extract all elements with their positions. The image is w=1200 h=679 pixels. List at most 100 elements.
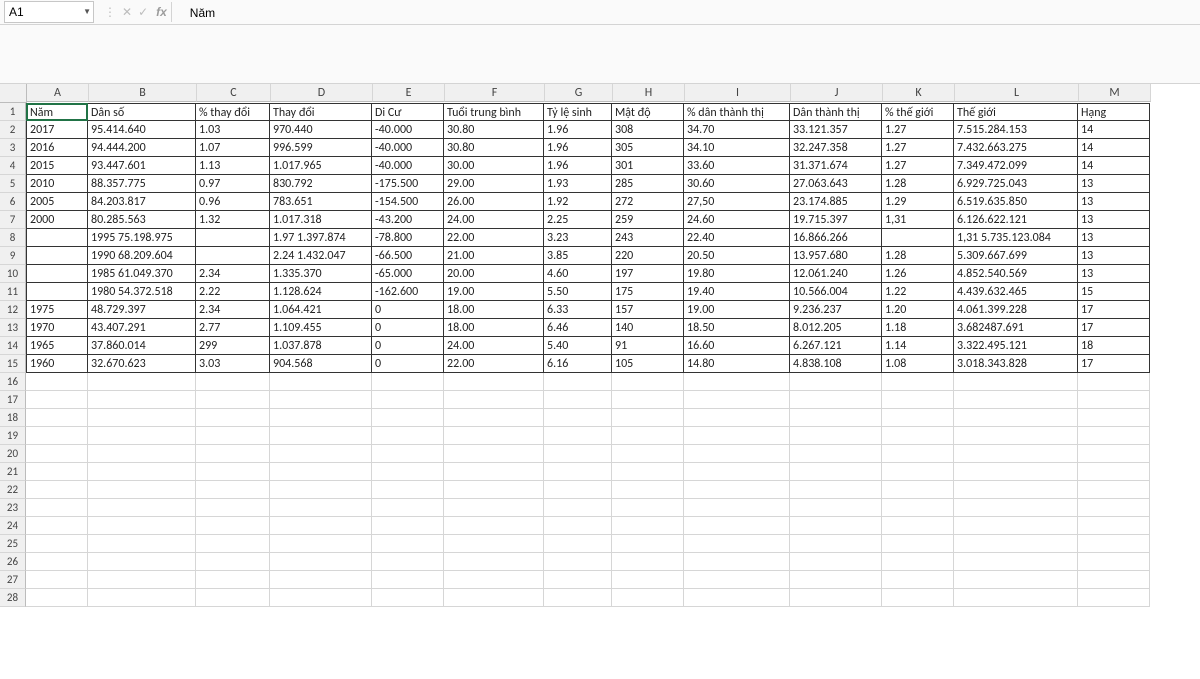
cell-H23[interactable] bbox=[612, 499, 684, 517]
cell-D28[interactable] bbox=[270, 589, 372, 607]
row-header-2[interactable]: 2 bbox=[0, 121, 26, 139]
cell-C21[interactable] bbox=[196, 463, 270, 481]
cell-M26[interactable] bbox=[1078, 553, 1150, 571]
cell-L12[interactable]: 4.061.399.228 bbox=[954, 301, 1078, 319]
cell-K17[interactable] bbox=[882, 391, 954, 409]
cell-L24[interactable] bbox=[954, 517, 1078, 535]
enter-icon[interactable]: ✓ bbox=[138, 5, 148, 19]
cell-M24[interactable] bbox=[1078, 517, 1150, 535]
cell-C8[interactable] bbox=[196, 229, 270, 247]
cell-A21[interactable] bbox=[26, 463, 88, 481]
cell-E13[interactable]: 0 bbox=[372, 319, 444, 337]
cell-C2[interactable]: 1.03 bbox=[196, 121, 270, 139]
cell-B9[interactable]: 1990 68.209.604 bbox=[88, 247, 196, 265]
cell-H25[interactable] bbox=[612, 535, 684, 553]
cell-E8[interactable]: -78.800 bbox=[372, 229, 444, 247]
row-header-27[interactable]: 27 bbox=[0, 571, 26, 589]
cell-C7[interactable]: 1.32 bbox=[196, 211, 270, 229]
cell-K13[interactable]: 1.18 bbox=[882, 319, 954, 337]
cell-J2[interactable]: 33.121.357 bbox=[790, 121, 882, 139]
cell-E15[interactable]: 0 bbox=[372, 355, 444, 373]
cell-F25[interactable] bbox=[444, 535, 544, 553]
cell-C20[interactable] bbox=[196, 445, 270, 463]
cell-L13[interactable]: 3.682487.691 bbox=[954, 319, 1078, 337]
cell-L25[interactable] bbox=[954, 535, 1078, 553]
cell-D16[interactable] bbox=[270, 373, 372, 391]
cell-J28[interactable] bbox=[790, 589, 882, 607]
cell-A15[interactable]: 1960 bbox=[26, 355, 88, 373]
row-header-14[interactable]: 14 bbox=[0, 337, 26, 355]
row-header-13[interactable]: 13 bbox=[0, 319, 26, 337]
cell-M27[interactable] bbox=[1078, 571, 1150, 589]
cell-F5[interactable]: 29.00 bbox=[444, 175, 544, 193]
row-header-7[interactable]: 7 bbox=[0, 211, 26, 229]
cell-A2[interactable]: 2017 bbox=[26, 121, 88, 139]
cell-J25[interactable] bbox=[790, 535, 882, 553]
cell-C22[interactable] bbox=[196, 481, 270, 499]
cell-J8[interactable]: 16.866.266 bbox=[790, 229, 882, 247]
row-header-15[interactable]: 15 bbox=[0, 355, 26, 373]
cell-D19[interactable] bbox=[270, 427, 372, 445]
cell-A23[interactable] bbox=[26, 499, 88, 517]
row-header-24[interactable]: 24 bbox=[0, 517, 26, 535]
cell-M16[interactable] bbox=[1078, 373, 1150, 391]
cell-H20[interactable] bbox=[612, 445, 684, 463]
cell-C26[interactable] bbox=[196, 553, 270, 571]
cell-H15[interactable]: 105 bbox=[612, 355, 684, 373]
cell-I9[interactable]: 20.50 bbox=[684, 247, 790, 265]
cell-G19[interactable] bbox=[544, 427, 612, 445]
cell-C4[interactable]: 1.13 bbox=[196, 157, 270, 175]
cell-C23[interactable] bbox=[196, 499, 270, 517]
cell-D22[interactable] bbox=[270, 481, 372, 499]
cell-F17[interactable] bbox=[444, 391, 544, 409]
cell-G12[interactable]: 6.33 bbox=[544, 301, 612, 319]
cell-K18[interactable] bbox=[882, 409, 954, 427]
row-header-19[interactable]: 19 bbox=[0, 427, 26, 445]
cell-D7[interactable]: 1.017.318 bbox=[270, 211, 372, 229]
cell-G27[interactable] bbox=[544, 571, 612, 589]
cell-I24[interactable] bbox=[684, 517, 790, 535]
cell-H16[interactable] bbox=[612, 373, 684, 391]
cell-B22[interactable] bbox=[88, 481, 196, 499]
cell-G15[interactable]: 6.16 bbox=[544, 355, 612, 373]
row-header-10[interactable]: 10 bbox=[0, 265, 26, 283]
cell-L21[interactable] bbox=[954, 463, 1078, 481]
cell-A16[interactable] bbox=[26, 373, 88, 391]
cell-G14[interactable]: 5.40 bbox=[544, 337, 612, 355]
cell-I2[interactable]: 34.70 bbox=[684, 121, 790, 139]
cell-B19[interactable] bbox=[88, 427, 196, 445]
formula-input[interactable] bbox=[184, 2, 1200, 24]
row-header-26[interactable]: 26 bbox=[0, 553, 26, 571]
cell-C10[interactable]: 2.34 bbox=[196, 265, 270, 283]
row-header-1[interactable]: 1 bbox=[0, 103, 26, 121]
cell-J10[interactable]: 12.061.240 bbox=[790, 265, 882, 283]
col-header-C[interactable]: C bbox=[197, 84, 271, 102]
cell-G20[interactable] bbox=[544, 445, 612, 463]
cell-C18[interactable] bbox=[196, 409, 270, 427]
cell-E25[interactable] bbox=[372, 535, 444, 553]
cell-F8[interactable]: 22.00 bbox=[444, 229, 544, 247]
cell-F28[interactable] bbox=[444, 589, 544, 607]
cell-L26[interactable] bbox=[954, 553, 1078, 571]
cell-E21[interactable] bbox=[372, 463, 444, 481]
cell-B6[interactable]: 84.203.817 bbox=[88, 193, 196, 211]
row-header-21[interactable]: 21 bbox=[0, 463, 26, 481]
cell-C19[interactable] bbox=[196, 427, 270, 445]
cell-M21[interactable] bbox=[1078, 463, 1150, 481]
cell-A18[interactable] bbox=[26, 409, 88, 427]
cell-G25[interactable] bbox=[544, 535, 612, 553]
cell-F20[interactable] bbox=[444, 445, 544, 463]
cell-K24[interactable] bbox=[882, 517, 954, 535]
cell-C5[interactable]: 0.97 bbox=[196, 175, 270, 193]
cell-J16[interactable] bbox=[790, 373, 882, 391]
cell-F16[interactable] bbox=[444, 373, 544, 391]
cell-D11[interactable]: 1.128.624 bbox=[270, 283, 372, 301]
cell-G17[interactable] bbox=[544, 391, 612, 409]
col-header-A[interactable]: A bbox=[27, 84, 89, 102]
chevron-down-icon[interactable]: ▼ bbox=[83, 7, 91, 17]
cell-I6[interactable]: 27,50 bbox=[684, 193, 790, 211]
cell-J12[interactable]: 9.236.237 bbox=[790, 301, 882, 319]
cell-G2[interactable]: 1.96 bbox=[544, 121, 612, 139]
cell-K28[interactable] bbox=[882, 589, 954, 607]
cell-H27[interactable] bbox=[612, 571, 684, 589]
